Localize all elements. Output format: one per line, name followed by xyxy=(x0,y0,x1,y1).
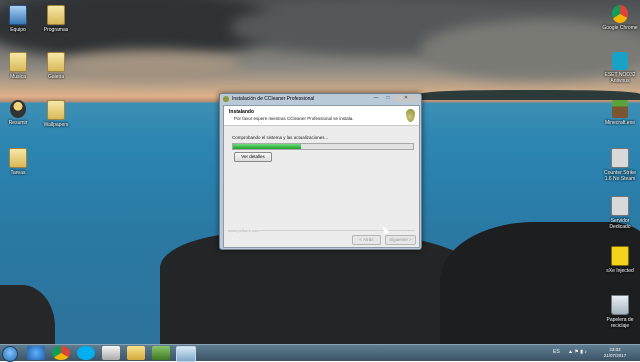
clock[interactable]: 23:02 21/07/2017 xyxy=(598,347,632,359)
ccleaner-icon xyxy=(223,96,229,102)
progress-fill xyxy=(233,144,302,149)
dialog-title: Instalación de CCleaner Professional xyxy=(232,96,315,102)
ie-icon[interactable] xyxy=(27,346,45,360)
desktop-icon-label: Musica xyxy=(10,74,26,80)
desktop-icon-label: Resumir xyxy=(8,120,28,126)
dialog-titlebar[interactable]: Instalación de CCleaner Professional — □… xyxy=(220,94,421,104)
desktop-icon-programas[interactable]: Programas xyxy=(36,5,76,33)
desktop-icon-eset[interactable]: ESET NOD32 Antivirus xyxy=(600,52,640,84)
paint-icon[interactable] xyxy=(127,346,145,360)
language-indicator[interactable]: ES xyxy=(553,349,560,355)
counter-strike-icon xyxy=(611,196,629,216)
desktop-icon-label: ESET NOD32 Antivirus xyxy=(604,72,636,84)
cloud xyxy=(60,50,240,80)
desktop-icon-label: Galeria xyxy=(47,74,65,80)
maximize-button[interactable]: □ xyxy=(382,95,394,102)
desktop-icon-servidor-dedicado[interactable]: Servidor Dedicado xyxy=(600,196,640,230)
far-island xyxy=(420,90,640,100)
sxe-icon xyxy=(611,246,629,266)
desktop-icon-musica[interactable]: Musica xyxy=(0,52,38,80)
minimize-button[interactable]: — xyxy=(370,95,382,102)
divider xyxy=(260,230,415,231)
folder-icon xyxy=(9,148,27,168)
taskbar: ES ▲ ⚑ ▮ ♪ 23:02 21/07/2017 xyxy=(0,344,640,362)
desktop-icon-label: Servidor Dedicado xyxy=(609,218,631,230)
desktop-icon-label: Papelera de reciclaje xyxy=(606,317,634,329)
folder-icon xyxy=(47,100,65,120)
header-subtitle: Por favor espere mientras CCleaner Profe… xyxy=(234,116,354,121)
minecraft-icon xyxy=(612,100,628,118)
pear-logo-icon xyxy=(406,109,415,122)
show-details-button[interactable]: Ver detalles xyxy=(234,152,272,162)
desktop-icon-galeria[interactable]: Galeria xyxy=(36,52,76,80)
clock-date: 21/07/2017 xyxy=(603,353,627,358)
folder-icon xyxy=(47,5,65,25)
dialog-body: Instalando Por favor espere mientras CCl… xyxy=(223,105,420,248)
rock-formation xyxy=(0,285,55,344)
back-button[interactable]: < Atrás xyxy=(352,235,381,245)
next-button[interactable]: Siguiente > xyxy=(385,235,416,245)
desktop-icon-label: Counter Strike 1.6 No Steam xyxy=(604,170,636,182)
desktop-icon-resumir[interactable]: Resumir xyxy=(0,100,38,126)
desktop-icon-equipo[interactable]: Equipo xyxy=(0,5,38,33)
desktop-icon-sxe-injected[interactable]: sXe Injected xyxy=(600,246,640,274)
game-icon[interactable] xyxy=(152,346,170,360)
chrome-icon xyxy=(612,5,628,23)
recycle-bin-icon xyxy=(611,295,629,315)
desktop-icon-counter-strike[interactable]: Counter Strike 1.6 No Steam xyxy=(600,148,640,182)
desktop-icon-label: Google Chrome xyxy=(602,25,638,31)
desktop-icon-recycle-bin[interactable]: Papelera de reciclaje xyxy=(600,295,640,329)
desktop-icon-label: sXe Injected xyxy=(606,268,634,274)
desktop-icon-label: Equipo xyxy=(10,27,26,33)
desktop-icon-tareas[interactable]: Tareas xyxy=(0,148,38,176)
brand-text: www.piriform.com xyxy=(228,228,260,233)
computer-icon xyxy=(9,5,27,25)
eset-icon xyxy=(612,52,628,70)
desktop-icon-wallpapers[interactable]: Wallpapers xyxy=(36,100,76,128)
progress-bar xyxy=(232,143,414,150)
header-title: Instalando xyxy=(229,109,255,115)
folder-icon xyxy=(47,52,65,72)
folder-icon xyxy=(9,52,27,72)
dialog-header: Instalando Por favor espere mientras CCl… xyxy=(224,106,419,126)
counter-strike-icon xyxy=(611,148,629,168)
user-icon xyxy=(10,100,26,118)
desktop-icon-label: Programas xyxy=(43,27,69,33)
installer-dialog: Instalación de CCleaner Professional — □… xyxy=(219,93,422,250)
desktop-icon-label: Tareas xyxy=(10,170,26,176)
desktop-icon-google-chrome[interactable]: Google Chrome xyxy=(600,5,640,31)
desktop-icon-label: Minecraft.exe xyxy=(604,120,635,126)
desktop-icon-label: Wallpapers xyxy=(43,122,69,128)
skype-icon[interactable] xyxy=(77,346,95,360)
media-icon[interactable] xyxy=(102,346,120,360)
chrome-icon[interactable] xyxy=(52,346,70,360)
desktop-icon-minecraft[interactable]: Minecraft.exe xyxy=(600,100,640,126)
close-button[interactable]: ✕ xyxy=(394,95,418,102)
status-text: Comprobando el sistema y las actualizaci… xyxy=(232,135,329,140)
system-tray-icons[interactable]: ▲ ⚑ ▮ ♪ xyxy=(568,349,587,355)
